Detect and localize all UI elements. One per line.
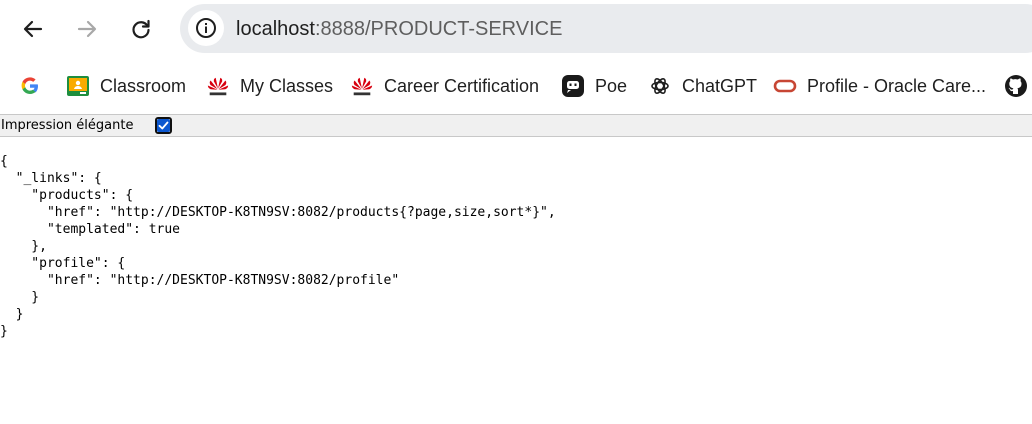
pretty-print-checkbox[interactable] [155, 117, 172, 134]
bookmark-label: Profile - Oracle Care... [807, 75, 987, 96]
json-line: "templated": true [0, 222, 181, 237]
bookmark-github[interactable] [1004, 72, 1032, 100]
checkbox-checked-fill [157, 119, 170, 132]
chatgpt-icon [648, 74, 672, 98]
pretty-print-bar: Impression élégante [0, 114, 1032, 137]
huawei-icon [206, 74, 230, 98]
bookmark-google[interactable] [18, 72, 52, 100]
back-button[interactable] [13, 9, 53, 49]
bookmark-label: ChatGPT [682, 75, 758, 96]
github-icon [1004, 74, 1028, 98]
json-line: "products": { [0, 188, 134, 203]
forward-button[interactable] [67, 9, 107, 49]
bookmark-label: Career Certification [384, 75, 540, 96]
json-line: } [0, 290, 40, 305]
json-line: "href": "http://DESKTOP-K8TN9SV:8082/pro… [0, 205, 556, 220]
json-line: "href": "http://DESKTOP-K8TN9SV:8082/pro… [0, 273, 400, 288]
json-line: } [0, 307, 24, 322]
poe-icon [561, 74, 585, 98]
json-line: { [0, 154, 8, 169]
bookmark-label: Poe [595, 75, 628, 96]
reload-button[interactable] [121, 9, 161, 49]
google-icon [18, 74, 42, 98]
json-line: }, [0, 239, 47, 254]
bookmark-label: My Classes [240, 75, 334, 96]
json-line: } [0, 324, 8, 339]
bookmarks-bar: Classroom My Classes Career Certificatio… [0, 58, 1032, 114]
arrow-left-icon [23, 20, 43, 38]
url-host: localhost [236, 18, 315, 40]
url-path: :8888/PRODUCT-SERVICE [314, 18, 563, 40]
bookmark-my-classes[interactable]: My Classes [206, 72, 333, 100]
json-content: { "_links": { "products": { "href": "htt… [0, 153, 556, 340]
reload-icon [132, 19, 150, 39]
json-line: "profile": { [0, 256, 126, 271]
classroom-icon [66, 74, 90, 98]
address-bar[interactable]: localhost:8888/PRODUCT-SERVICE [180, 4, 1032, 53]
info-icon [196, 18, 216, 38]
bookmark-oracle-profile[interactable]: Profile - Oracle Care... [773, 72, 986, 100]
bookmark-career-certification[interactable]: Career Certification [350, 72, 539, 100]
checkmark-icon [158, 121, 169, 130]
url-text[interactable]: localhost:8888/PRODUCT-SERVICE [236, 17, 562, 41]
arrow-right-icon [77, 20, 97, 38]
bookmark-classroom[interactable]: Classroom [66, 72, 186, 100]
json-line: "_links": { [0, 171, 102, 186]
bookmark-label: Classroom [100, 75, 187, 96]
bookmark-poe[interactable]: Poe [561, 72, 627, 100]
browser-toolbar: localhost:8888/PRODUCT-SERVICE [0, 0, 1032, 58]
bookmark-chatgpt[interactable]: ChatGPT [648, 72, 757, 100]
site-info-button[interactable] [188, 10, 224, 46]
huawei-icon [350, 74, 374, 98]
pretty-print-label: Impression élégante [1, 118, 134, 133]
oracle-icon [773, 74, 797, 98]
